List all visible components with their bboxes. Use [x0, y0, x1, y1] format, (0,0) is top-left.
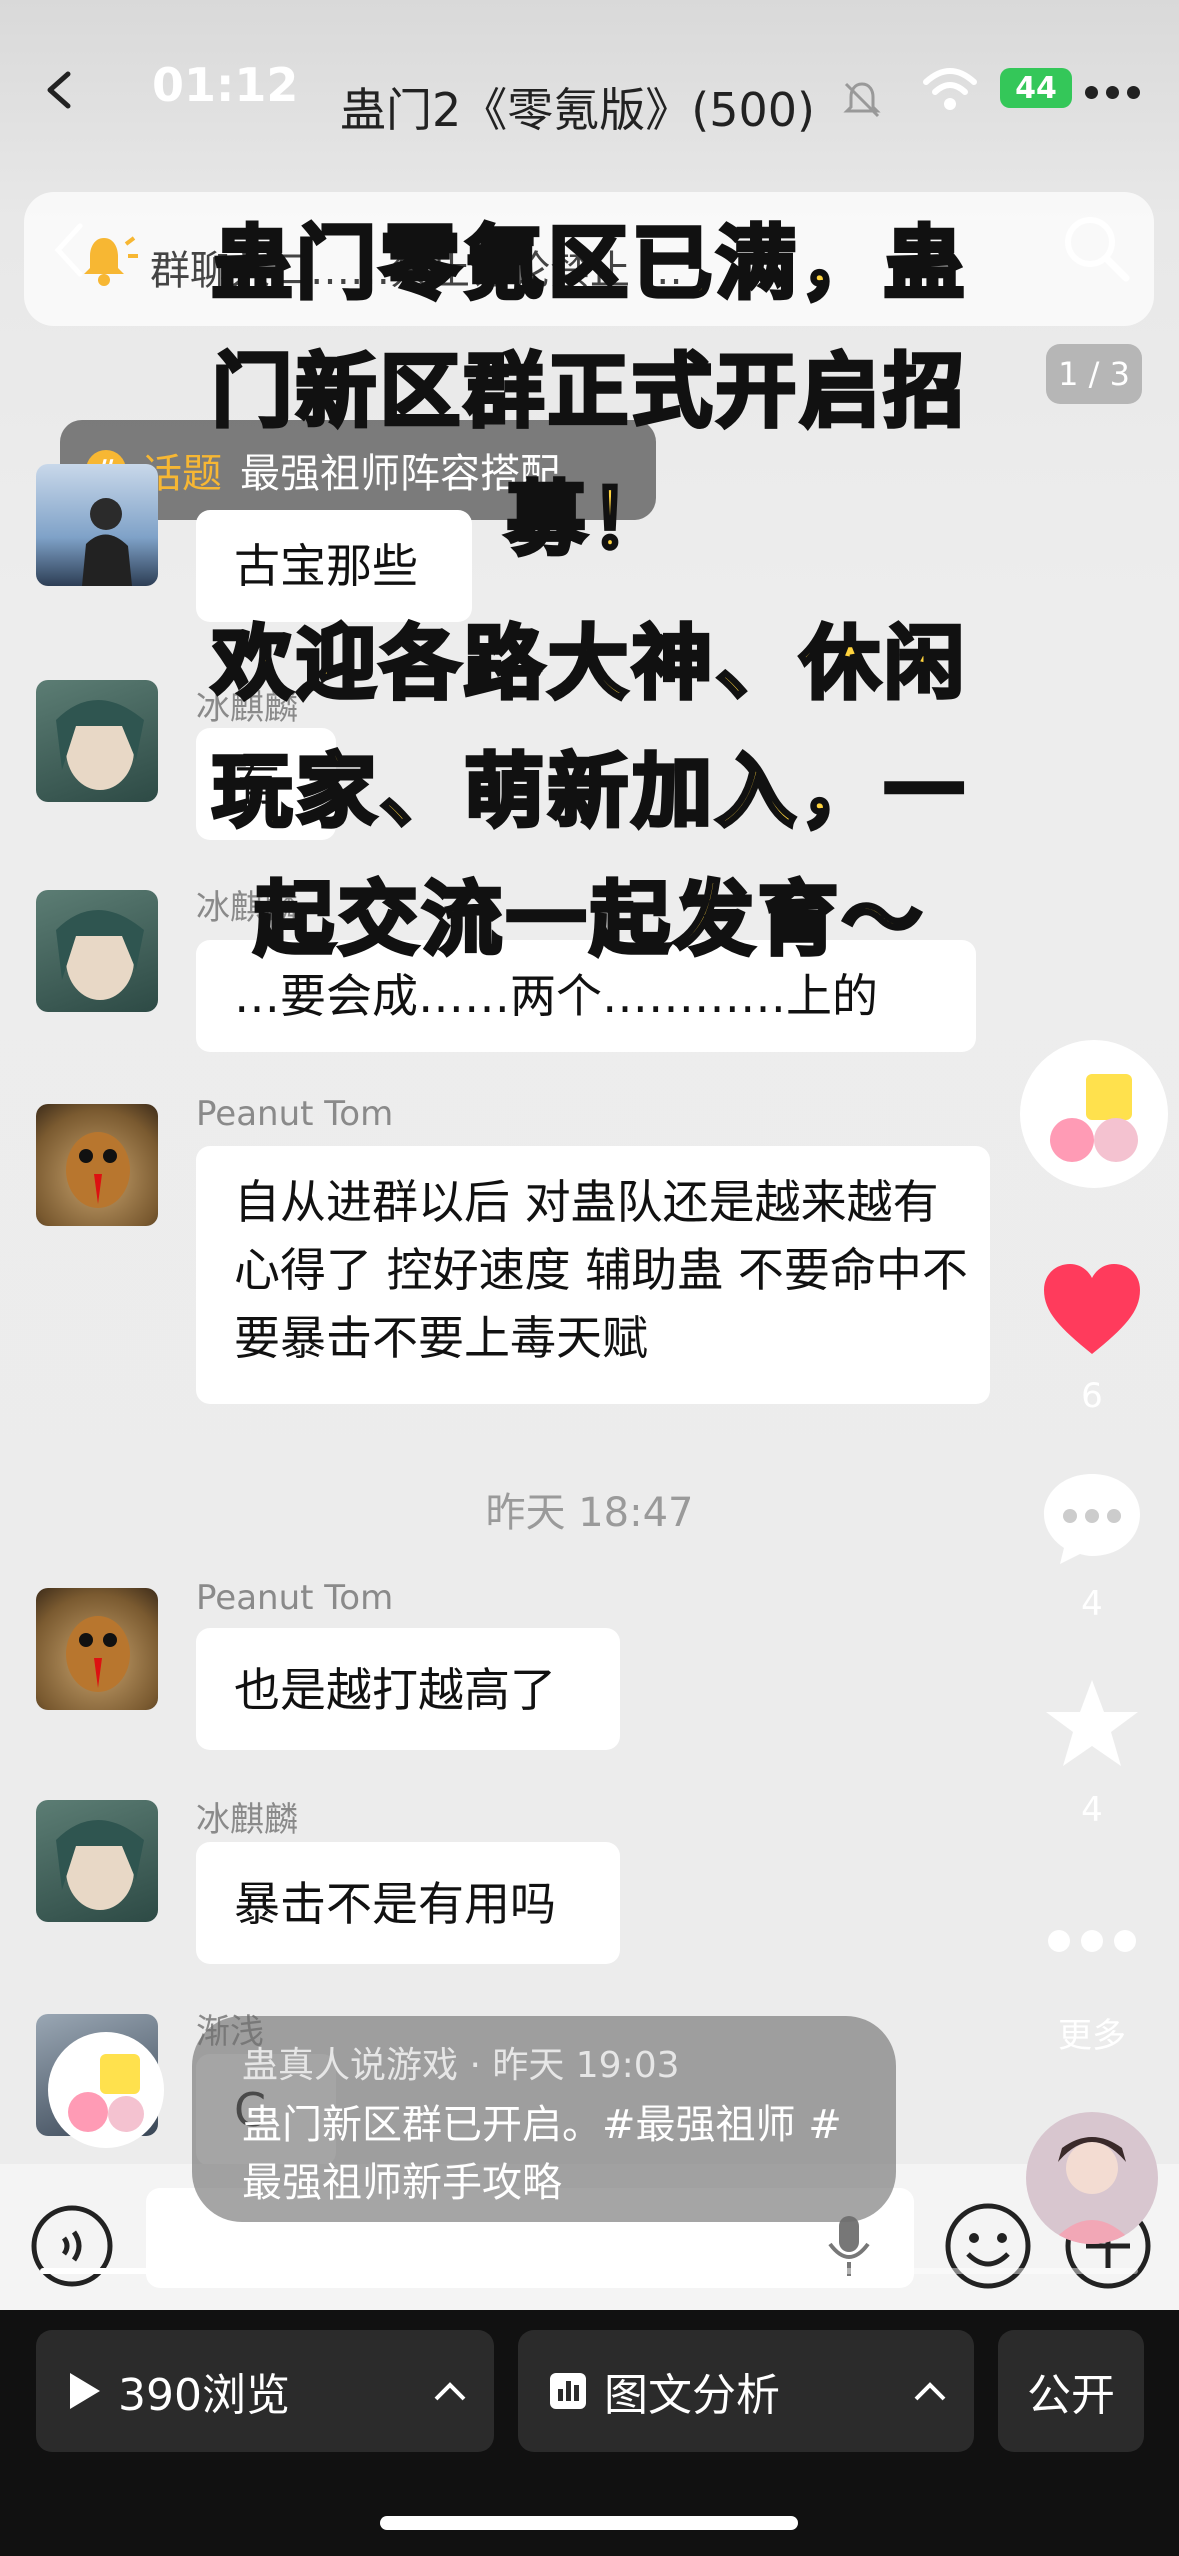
message-sender: Peanut Tom	[196, 1578, 394, 1618]
message-bubble[interactable]: 也是越打越高了	[196, 1628, 620, 1750]
phone-screen: 01:12 蛊门2《零氪版》(500) 44 群聊入口……禁止讨论禁止 … 1 …	[0, 0, 1179, 2556]
analysis-button[interactable]: 图文分析	[518, 2330, 974, 2452]
overlay-line: 门新区群正式开启招	[210, 343, 968, 440]
visibility-button[interactable]: 公开	[998, 2330, 1144, 2452]
image-page-counter: 1 / 3	[1046, 344, 1142, 404]
message-text: 也是越打越高了	[234, 1663, 556, 1717]
avatar[interactable]	[36, 1588, 158, 1710]
message-text: 自从进群以后 对蛊队还是越来越有心得了 控好速度 辅助蛊 不要命中不要暴击不要上…	[234, 1175, 968, 1365]
visibility-label: 公开	[1027, 2370, 1115, 2421]
more-label: 更多	[1058, 2016, 1126, 2056]
like-count: 6	[1081, 1376, 1103, 1416]
overlay-line: 蛊门零氪区已满，蛊	[210, 215, 968, 312]
author-avatar[interactable]	[1020, 1040, 1168, 1188]
analysis-label: 图文分析	[604, 2370, 780, 2421]
avatar[interactable]	[36, 1104, 158, 1226]
comment-bubble-icon[interactable]	[1040, 1470, 1144, 1566]
image-progress-segment	[782, 2268, 1138, 2274]
battery-indicator: 44	[1000, 68, 1072, 108]
voice-toggle-icon[interactable]	[30, 2204, 114, 2288]
message-bubble[interactable]: 暴击不是有用吗	[196, 1842, 620, 1964]
search-icon[interactable]	[1060, 212, 1132, 284]
music-disc-avatar[interactable]	[1026, 2112, 1158, 2244]
avatar[interactable]	[36, 1800, 158, 1922]
chat-group-title: 蛊门2《零氪版》(500)	[340, 83, 815, 137]
message-text: 暴击不是有用吗	[234, 1877, 556, 1931]
like-heart-icon[interactable]	[1040, 1262, 1144, 1358]
chevron-up-icon	[914, 2382, 946, 2401]
mute-bell-icon	[843, 82, 881, 118]
caption-author-avatar[interactable]	[48, 2032, 164, 2148]
views-label: 390浏览	[118, 2370, 290, 2421]
views-button[interactable]: 390浏览	[36, 2330, 494, 2452]
time-separator: 昨天 18:47	[485, 1490, 694, 1536]
chevron-up-icon	[434, 2382, 466, 2401]
overlay-line: 起交流一起发育～	[252, 871, 926, 968]
more-options-icon[interactable]	[1046, 1928, 1138, 1954]
image-progress-segment	[404, 2268, 774, 2274]
status-time: 01:12	[152, 58, 299, 112]
message-sender: 冰麒麟	[196, 1800, 298, 1840]
overlay-line: 玩家、萌新加入，一	[210, 743, 968, 840]
analytics-icon	[550, 2373, 586, 2409]
wifi-icon	[923, 68, 977, 110]
comment-count: 4	[1081, 1584, 1103, 1624]
overlay-line: 欢迎各路大神、休闲	[210, 615, 968, 712]
back-chevron-icon[interactable]	[40, 70, 80, 110]
home-indicator[interactable]	[380, 2516, 798, 2530]
chat-more-icon[interactable]	[1085, 86, 1165, 106]
overlay-line: 募！	[504, 471, 674, 568]
caption-text: 蛊门新区群已开启。#最强祖师 #最强祖师新手攻略	[242, 2102, 842, 2206]
promo-overlay-text: 蛊门零氪区已满，蛊 门新区群正式开启招 募！ 欢迎各路大神、休闲 玩家、萌新加入…	[140, 200, 1040, 984]
notice-bell-icon	[84, 236, 138, 286]
message-bubble[interactable]: 自从进群以后 对蛊队还是越来越有心得了 控好速度 辅助蛊 不要命中不要暴击不要上…	[196, 1146, 990, 1404]
image-progress-segment-active	[40, 2268, 396, 2274]
favorite-count: 4	[1081, 1790, 1103, 1830]
emoji-icon[interactable]	[944, 2202, 1032, 2290]
play-icon	[70, 2373, 100, 2409]
post-caption[interactable]: 蛊真人说游戏 · 昨天 19:03 蛊门新区群已开启。#最强祖师 #最强祖师新手…	[192, 2016, 896, 2222]
message-sender: Peanut Tom	[196, 1094, 394, 1134]
caption-author: 蛊真人说游戏 · 昨天 19:03	[242, 2045, 680, 2086]
favorite-star-icon[interactable]	[1042, 1676, 1142, 1772]
